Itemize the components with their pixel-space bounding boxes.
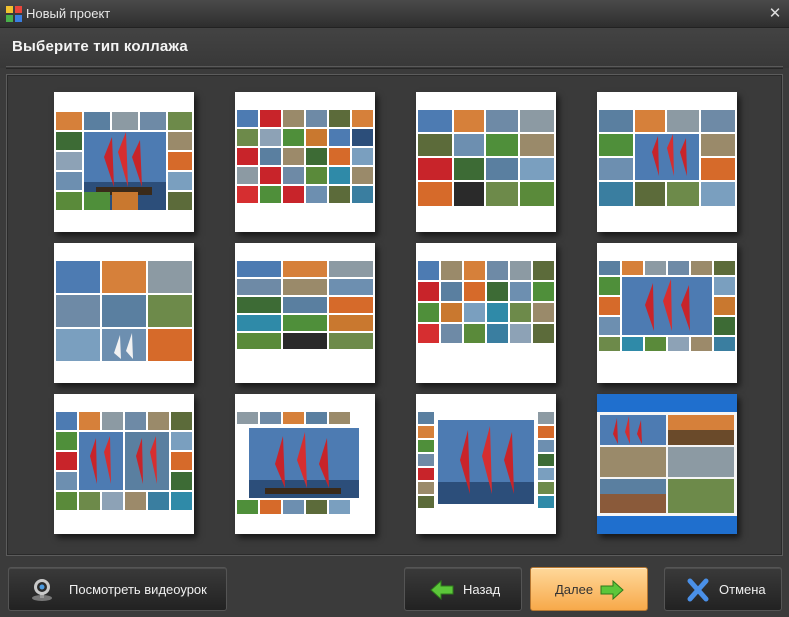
collage-thumbnail — [599, 110, 735, 206]
collage-template-4[interactable] — [597, 92, 737, 232]
watch-tutorial-button[interactable]: Посмотреть видеоурок — [8, 567, 227, 611]
collage-template-8[interactable] — [597, 243, 737, 383]
collage-thumbnail — [237, 110, 373, 203]
collage-template-11[interactable] — [416, 394, 556, 534]
arrow-right-icon — [600, 579, 624, 601]
template-gallery — [6, 74, 783, 556]
collage-template-12[interactable] — [597, 394, 737, 534]
collage-thumbnail — [597, 412, 737, 516]
arrow-left-icon — [430, 579, 454, 601]
collage-template-3[interactable] — [416, 92, 556, 232]
collage-template-5[interactable] — [54, 243, 194, 383]
next-button[interactable]: Далее — [530, 567, 648, 611]
webcam-icon — [32, 579, 52, 601]
collage-thumbnail — [237, 261, 373, 349]
title-bar: Новый проект ✕ — [0, 0, 789, 28]
collage-template-10[interactable] — [235, 394, 375, 534]
close-icon[interactable]: ✕ — [765, 4, 785, 24]
next-label: Далее — [555, 582, 594, 597]
collage-thumbnail — [56, 261, 192, 361]
cancel-label: Отмена — [719, 582, 766, 597]
collage-thumbnail — [599, 261, 735, 351]
collage-thumbnail — [418, 110, 554, 206]
collage-thumbnail — [237, 412, 359, 514]
collage-template-7[interactable] — [416, 243, 556, 383]
collage-thumbnail — [56, 412, 192, 510]
collage-template-1[interactable] — [54, 92, 194, 232]
page-header: Выберите тип коллажа — [0, 28, 789, 68]
cancel-button[interactable]: Отмена — [664, 567, 782, 611]
page-title: Выберите тип коллажа — [12, 38, 188, 55]
x-icon — [687, 578, 709, 602]
collage-thumbnail — [56, 112, 192, 210]
collage-thumbnail — [418, 412, 554, 508]
collage-template-2[interactable] — [235, 92, 375, 232]
collage-template-6[interactable] — [235, 243, 375, 383]
window-title: Новый проект — [26, 6, 111, 21]
back-label: Назад — [463, 582, 501, 597]
collage-template-9[interactable] — [54, 394, 194, 534]
watch-tutorial-label: Посмотреть видеоурок — [69, 582, 207, 597]
header-divider — [6, 66, 783, 69]
back-button[interactable]: Назад — [404, 567, 522, 611]
collage-thumbnail — [418, 261, 554, 343]
app-logo-icon — [6, 6, 22, 22]
